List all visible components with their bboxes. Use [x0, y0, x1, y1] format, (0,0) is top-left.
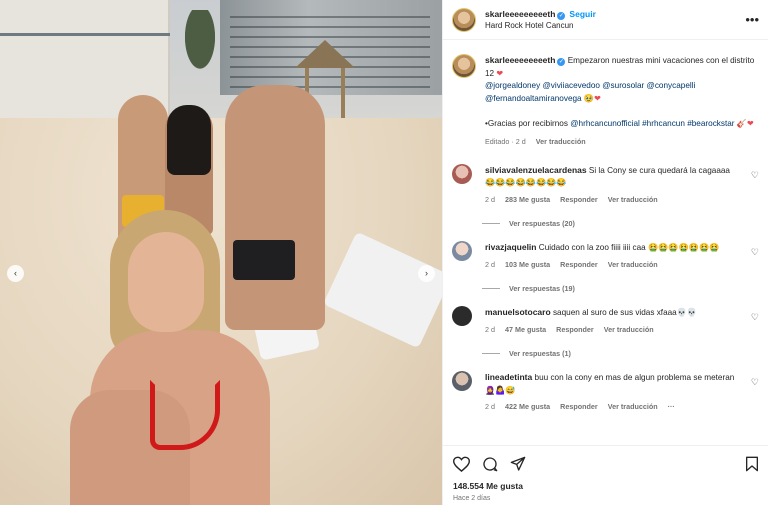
- view-replies-button[interactable]: Ver respuestas (20): [482, 219, 759, 228]
- reply-button[interactable]: Responder: [560, 195, 598, 204]
- post-actions: 148.554 Me gusta Hace 2 días: [443, 445, 768, 505]
- share-icon[interactable]: [510, 456, 526, 472]
- posted-time: Hace 2 días: [453, 495, 491, 502]
- follow-button[interactable]: Seguir: [569, 9, 595, 19]
- comment-item: silviavalenzuelacardenas Si la Cony se c…: [452, 163, 759, 207]
- reply-button[interactable]: Responder: [560, 260, 598, 269]
- comment-time: 2 d: [485, 324, 495, 334]
- carousel-prev-icon[interactable]: ‹: [7, 265, 24, 282]
- heart-icon[interactable]: ♡: [751, 170, 759, 181]
- avatar[interactable]: [452, 241, 472, 261]
- comment-meta: 2 d 422 Me gusta Responder Ver traducció…: [485, 401, 743, 414]
- heart-icon[interactable]: ♡: [751, 247, 759, 258]
- reply-button[interactable]: Responder: [556, 325, 594, 334]
- comment-body: Cuidado con la zoo fiiii iiii caa: [538, 243, 646, 252]
- caption-text: skarleeeeeeeeeth ✓ Empezaron nuestras min…: [485, 54, 757, 149]
- emoji-face: 🥹: [583, 93, 595, 103]
- comment-time: 2 d: [485, 402, 495, 411]
- hashtag-link[interactable]: #bearockstar: [687, 119, 734, 128]
- see-translation-link[interactable]: Ver traducción: [608, 402, 658, 411]
- comment-body: Si la Cony se cura quedará la cagaaaa: [588, 165, 730, 175]
- avatar[interactable]: [452, 306, 472, 326]
- heart-icon[interactable]: [453, 456, 470, 472]
- avatar[interactable]: [452, 7, 476, 32]
- reply-button[interactable]: Responder: [560, 402, 598, 411]
- see-translation-link[interactable]: Ver traducción: [608, 260, 658, 269]
- comment-emoji: 🧕🤷‍♀️😅: [485, 385, 516, 395]
- mention-link[interactable]: @hrhcancunofficial: [570, 119, 640, 128]
- comment-meta: 2 d 103 Me gusta Responder Ver traducció…: [485, 259, 743, 272]
- comment-body: buu con la cony en mas de algun problema…: [534, 373, 735, 382]
- comment-text: manuelsotocaro saquen al suro de sus vid…: [485, 306, 743, 336]
- comment-emoji: 🤮🤮🤮🤮🤮🤮🤮: [648, 243, 720, 252]
- heart-emoji: ❤: [496, 68, 504, 78]
- comment-time: 2 d: [485, 259, 495, 269]
- verified-badge-icon: ✓: [557, 58, 566, 66]
- comment-username[interactable]: manuelsotocaro: [485, 307, 551, 317]
- comment-username[interactable]: rivazjaquelin: [485, 242, 537, 252]
- action-icons: [453, 455, 759, 473]
- comment-body: saquen al suro de sus vidas xfaaa💀💀: [552, 308, 698, 317]
- caption-username[interactable]: skarleeeeeeeeeth: [485, 55, 555, 65]
- view-replies-label: Ver respuestas (20): [509, 219, 575, 228]
- comments-scroll[interactable]: skarleeeeeeeeeth ✓ Empezaron nuestras min…: [443, 40, 768, 445]
- see-translation-link[interactable]: Ver traducción: [608, 195, 658, 204]
- post-side-panel: skarleeeeeeeeeth ✓ Seguir Hard Rock Hotel …: [442, 0, 768, 505]
- view-replies-label: Ver respuestas (1): [509, 349, 571, 358]
- comment-text: lineadetinta buu con la cony en mas de a…: [485, 371, 743, 414]
- post-caption: skarleeeeeeeeeth ✓ Empezaron nuestras min…: [452, 54, 759, 149]
- heart-icon[interactable]: ♡: [751, 377, 759, 388]
- see-translation-link[interactable]: Ver traducción: [604, 325, 654, 334]
- mention-link[interactable]: @surosolar: [602, 81, 644, 90]
- comment-time: 2 d: [485, 194, 495, 204]
- view-replies-button[interactable]: Ver respuestas (1): [482, 349, 759, 358]
- heart-emoji: ❤: [594, 93, 601, 103]
- comment-likes[interactable]: 47 Me gusta: [505, 325, 546, 334]
- mention-link[interactable]: @fernandoaltamiranovega: [485, 94, 582, 103]
- mention-link[interactable]: @conycapelli: [647, 81, 696, 90]
- view-replies-label: Ver respuestas (19): [509, 284, 575, 293]
- comment-likes[interactable]: 283 Me gusta: [505, 195, 550, 204]
- comment-item: rivazjaquelin Cuidado con la zoo fiiii i…: [452, 241, 759, 271]
- comment-item: manuelsotocaro saquen al suro de sus vid…: [452, 306, 759, 336]
- post-photo[interactable]: ‹ ›: [0, 0, 442, 505]
- comment-meta: 2 d 47 Me gusta Responder Ver traducción: [485, 324, 743, 337]
- comment-item: lineadetinta buu con la cony en mas de a…: [452, 371, 759, 414]
- comment-username[interactable]: silviavalenzuelacardenas: [485, 165, 587, 175]
- comment-text: rivazjaquelin Cuidado con la zoo fiiii i…: [485, 241, 743, 271]
- header-names: skarleeeeeeeeeth ✓ Seguir Hard Rock Hotel …: [485, 8, 596, 32]
- comment-meta: 2 d 283 Me gusta Responder Ver traducció…: [485, 194, 743, 207]
- caption-line-2: •Gracias por recibirnos: [485, 118, 568, 128]
- emoji-guitar: 🎸: [736, 118, 748, 128]
- carousel-next-icon[interactable]: ›: [418, 265, 435, 282]
- verified-badge-icon: ✓: [557, 11, 566, 20]
- post-header: skarleeeeeeeeeth ✓ Seguir Hard Rock Hotel …: [443, 0, 768, 40]
- caption-time: Editado · 2 d: [485, 137, 526, 146]
- heart-icon[interactable]: ♡: [751, 312, 759, 323]
- comment-emoji: 😂😂😂😂😂😂😂😂: [485, 178, 567, 187]
- bookmark-icon[interactable]: [745, 456, 759, 472]
- see-translation-link[interactable]: Ver traducción: [536, 137, 586, 146]
- heart-emoji: ❤: [747, 118, 754, 128]
- mention-link[interactable]: @jorgealdoney: [485, 81, 540, 90]
- comment-text: silviavalenzuelacardenas Si la Cony se c…: [485, 164, 743, 207]
- location-link[interactable]: Hard Rock Hotel Cancun: [485, 20, 596, 32]
- more-options-icon[interactable]: •••: [745, 12, 759, 27]
- caption-avatar[interactable]: [452, 54, 476, 78]
- avatar[interactable]: [452, 371, 472, 391]
- caption-meta: Editado · 2 d Ver traducción: [485, 136, 757, 149]
- comment-icon[interactable]: [482, 456, 498, 472]
- comment-username[interactable]: lineadetinta: [485, 372, 532, 382]
- comment-likes[interactable]: 103 Me gusta: [505, 260, 550, 269]
- photo-selfie-person: [70, 210, 290, 505]
- hashtag-link[interactable]: #hrhcancun: [642, 119, 685, 128]
- author-username[interactable]: skarleeeeeeeeeth: [485, 9, 555, 19]
- comment-more-icon[interactable]: ···: [668, 402, 675, 411]
- likes-count[interactable]: 148.554 Me gusta: [453, 481, 759, 491]
- view-replies-button[interactable]: Ver respuestas (19): [482, 284, 759, 293]
- avatar[interactable]: [452, 163, 472, 184]
- mention-link[interactable]: @viviiacevedoo: [542, 81, 599, 90]
- comment-likes[interactable]: 422 Me gusta: [505, 402, 550, 411]
